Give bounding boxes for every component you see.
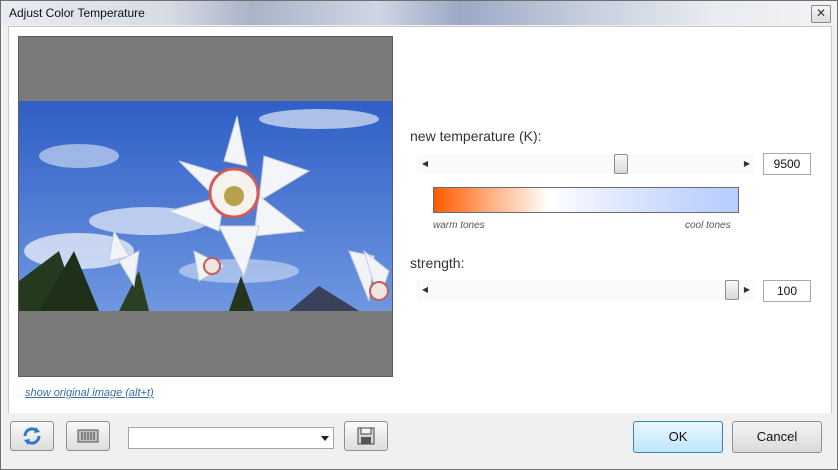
strength-label: strength: [410, 255, 465, 271]
presets-icon [77, 429, 99, 443]
strength-value-input[interactable]: 100 [763, 280, 811, 302]
image-preview [18, 36, 393, 377]
preview-photo [19, 101, 392, 311]
strength-slider-thumb[interactable] [725, 280, 739, 300]
close-button[interactable]: ✕ [811, 5, 831, 23]
slider-right-arrow-icon[interactable]: ▶ [739, 154, 755, 174]
dialog-body: show original image (alt+t) new temperat… [8, 26, 832, 414]
reset-button[interactable] [10, 421, 54, 451]
save-icon [357, 427, 375, 445]
ok-button[interactable]: OK [633, 421, 723, 453]
temperature-slider[interactable]: ◀ ▶ [417, 154, 755, 174]
chevron-down-icon [321, 436, 329, 441]
dialog-footer: OK Cancel [1, 413, 837, 469]
refresh-icon [23, 427, 41, 445]
temperature-label: new temperature (K): [410, 128, 542, 144]
preset-dropdown[interactable] [128, 427, 334, 449]
temperature-value-input[interactable]: 9500 [763, 153, 811, 175]
slider-right-arrow-icon[interactable]: ▶ [739, 280, 755, 300]
close-icon: ✕ [815, 6, 827, 20]
window-title: Adjust Color Temperature [9, 6, 145, 20]
save-preset-button[interactable] [344, 421, 388, 451]
title-bar[interactable]: Adjust Color Temperature ✕ [1, 1, 837, 25]
show-original-link[interactable]: show original image (alt+t) [25, 387, 154, 399]
slider-left-arrow-icon[interactable]: ◀ [417, 154, 433, 174]
dialog-window: Adjust Color Temperature ✕ show original… [0, 0, 838, 470]
temperature-gradient-bar [433, 187, 739, 213]
presets-button[interactable] [66, 421, 110, 451]
cool-tones-label: cool tones [685, 220, 731, 231]
temperature-slider-thumb[interactable] [614, 154, 629, 174]
slider-left-arrow-icon[interactable]: ◀ [417, 280, 433, 300]
strength-slider[interactable]: ◀ ▶ [417, 280, 755, 300]
warm-tones-label: warm tones [433, 220, 485, 231]
cancel-button[interactable]: Cancel [732, 421, 822, 453]
